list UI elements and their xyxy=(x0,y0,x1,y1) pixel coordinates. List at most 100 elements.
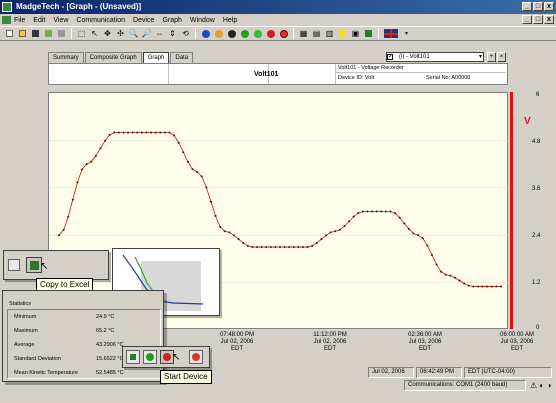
document-icon xyxy=(2,16,11,24)
data-point xyxy=(361,210,364,213)
close-button[interactable]: x xyxy=(544,2,554,11)
save-button[interactable] xyxy=(30,28,41,39)
menu-communication[interactable]: Communication xyxy=(76,17,125,24)
menu-window[interactable]: Window xyxy=(190,17,215,24)
data-point xyxy=(348,220,351,223)
data-point xyxy=(315,241,318,244)
cancel-icon[interactable] xyxy=(278,28,289,39)
data-point xyxy=(463,282,466,285)
device-description: Volt101 - Voltage Recorder xyxy=(338,65,404,71)
data-point xyxy=(430,253,433,256)
x-tick-label: 07:48:00 PM Jul 02, 2006 EDT xyxy=(219,332,255,352)
marker-icon[interactable] xyxy=(213,28,224,39)
maximize-button[interactable]: □ xyxy=(533,2,543,11)
add-channel-icon[interactable]: + xyxy=(487,52,496,62)
start-device-tooltip: Start Device xyxy=(160,370,212,384)
data-point xyxy=(58,234,60,237)
remove-channel-icon[interactable]: × xyxy=(497,52,506,62)
status-timezone: EDT (UTC-04:00) xyxy=(464,367,552,378)
import-button[interactable] xyxy=(43,28,54,39)
data-point xyxy=(384,210,387,213)
stop-icon[interactable] xyxy=(265,28,276,39)
data-point xyxy=(186,160,189,163)
zoom-in-icon[interactable]: 🔍 xyxy=(128,28,139,39)
read-icon[interactable] xyxy=(226,28,237,39)
layout-icon[interactable]: ▥ xyxy=(324,28,335,39)
data-point xyxy=(426,244,429,247)
data-point xyxy=(228,231,231,234)
tab-graph[interactable]: Graph xyxy=(142,52,170,63)
menu-graph[interactable]: Graph xyxy=(162,17,181,24)
axis-bar xyxy=(510,92,513,329)
data-point xyxy=(173,134,176,137)
data-point xyxy=(191,168,194,171)
device-header: Volt101 Volt101 - Voltage Recorder Devic… xyxy=(48,63,508,85)
new-file-button[interactable] xyxy=(4,28,15,39)
device-read-icon[interactable] xyxy=(126,350,140,364)
data-point xyxy=(159,131,162,134)
status-icons: ⚠ ◐ ◑ xyxy=(530,381,552,390)
tab-summary[interactable]: Summary xyxy=(48,52,84,63)
cursor-icon: ↖ xyxy=(172,352,181,363)
excel-icon[interactable] xyxy=(363,28,374,39)
menu-help[interactable]: Help xyxy=(223,17,237,24)
chevron-down-icon[interactable]: ▾ xyxy=(401,28,412,39)
data-point xyxy=(440,270,443,273)
tab-composite-graph[interactable]: Composite Graph xyxy=(84,52,142,63)
channel-checkbox[interactable]: ✓ xyxy=(387,54,393,60)
zoom-y-icon[interactable]: ⇕ xyxy=(167,28,178,39)
y-tick: 0 xyxy=(536,325,540,331)
device-go-icon[interactable] xyxy=(143,350,157,364)
minimize-button[interactable]: _ xyxy=(522,2,532,11)
data-point xyxy=(219,225,222,228)
doc-close-button[interactable]: x xyxy=(544,15,554,24)
table-icon[interactable] xyxy=(8,259,20,271)
grid-icon[interactable]: ▦ xyxy=(298,28,309,39)
zoom-out-icon[interactable]: 🔎 xyxy=(141,28,152,39)
open-file-button[interactable] xyxy=(17,28,28,39)
data-point xyxy=(81,168,84,171)
data-point xyxy=(371,210,374,213)
data-point xyxy=(150,131,153,134)
data-point xyxy=(182,151,185,154)
channel-select[interactable]: (i) - Volt101 ▾ xyxy=(386,52,484,62)
select-icon[interactable]: ⬚ xyxy=(76,28,87,39)
data-point xyxy=(200,175,203,178)
data-point xyxy=(67,215,70,218)
data-point xyxy=(71,198,74,201)
data-point xyxy=(163,131,166,134)
stat-label: Average xyxy=(14,342,35,348)
table-icon[interactable]: ▤ xyxy=(311,28,322,39)
pointer-icon[interactable]: ↖ xyxy=(89,28,100,39)
device-info-icon[interactable] xyxy=(200,28,211,39)
menu-file[interactable]: File xyxy=(14,17,25,24)
stat-label: Mean Kinetic Temperature xyxy=(14,370,79,376)
hand-icon[interactable]: ✥ xyxy=(102,28,113,39)
highlight-icon[interactable] xyxy=(337,28,348,39)
doc-restore-button[interactable]: □ xyxy=(533,15,543,24)
menu-edit[interactable]: Edit xyxy=(33,17,45,24)
graph-icon[interactable]: ▣ xyxy=(350,28,361,39)
language-flag-icon[interactable] xyxy=(383,28,399,39)
stat-value: 65.2 °C xyxy=(96,328,115,334)
data-point xyxy=(453,276,456,279)
x-tick-label: 06:00:00 AM Jul 03, 2006 EDT xyxy=(500,332,534,352)
data-point xyxy=(407,228,410,231)
pan-icon[interactable]: ✣ xyxy=(115,28,126,39)
start-icon[interactable] xyxy=(239,28,250,39)
data-point xyxy=(412,232,415,235)
menu-device[interactable]: Device xyxy=(133,17,154,24)
device-toolbar-popup: ↖ xyxy=(122,346,210,368)
stat-value: 15.6522 °C xyxy=(96,356,124,362)
zoom-reset-icon[interactable]: ⟲ xyxy=(180,28,191,39)
tab-data[interactable]: Data xyxy=(170,52,194,63)
x-tick-label: 02:36:00 AM Jul 03, 2006 EDT xyxy=(408,332,442,352)
menu-view[interactable]: View xyxy=(53,17,68,24)
statistics-panel: Statistics Minimum 24.9 °C Maximum 65.2 … xyxy=(2,290,164,382)
zoom-x-icon[interactable]: ⇔ xyxy=(154,28,165,39)
device-stop-icon[interactable] xyxy=(189,350,203,364)
data-point xyxy=(131,131,134,134)
doc-minimize-button[interactable]: _ xyxy=(522,15,532,24)
print-button[interactable] xyxy=(56,28,67,39)
go-icon[interactable] xyxy=(252,28,263,39)
